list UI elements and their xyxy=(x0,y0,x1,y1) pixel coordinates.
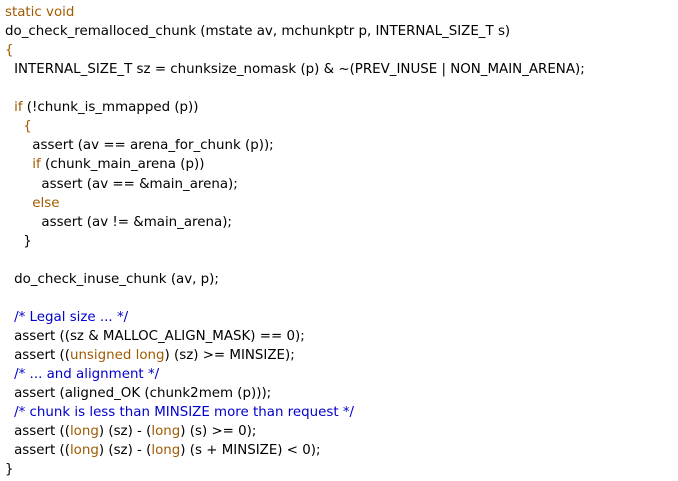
code-line: assert (av == &main_arena); xyxy=(41,175,237,194)
code-token: INTERNAL_SIZE_T sz = chunksize_nomask (p… xyxy=(14,62,585,78)
code-line: /* chunk is less than MINSIZE more than … xyxy=(14,403,354,422)
code-line: else xyxy=(32,194,59,213)
code-token: ) (s) >= 0); xyxy=(180,424,257,440)
code-line: assert ((unsigned long) (sz) >= MINSIZE)… xyxy=(14,346,295,365)
code-token: } xyxy=(5,462,14,478)
code-token: assert ((sz & MALLOC_ALIGN_MASK) == 0); xyxy=(14,329,305,345)
keyword-token: { xyxy=(5,43,14,59)
code-line: do_check_remalloced_chunk (mstate av, mc… xyxy=(5,22,510,41)
code-line: assert (av != &main_arena); xyxy=(41,213,232,232)
code-token: (chunk_main_arena (p)) xyxy=(40,157,205,173)
code-token: assert (av == arena_for_chunk (p)); xyxy=(32,138,274,154)
keyword-token: long xyxy=(151,424,181,440)
code-token: ) (s + MINSIZE) < 0); xyxy=(180,443,321,459)
code-line: } xyxy=(23,232,32,251)
keyword-token: long xyxy=(69,443,99,459)
code-token: } xyxy=(23,233,32,249)
keyword-token: long xyxy=(151,443,181,459)
code-line: { xyxy=(5,41,14,60)
code-line: if (!chunk_is_mmapped (p)) xyxy=(14,98,198,117)
code-token: assert (av == &main_arena); xyxy=(41,176,238,192)
code-token: ) (sz) - ( xyxy=(98,424,152,440)
keyword-token: static void xyxy=(5,5,75,20)
code-line: do_check_inuse_chunk (av, p); xyxy=(14,270,219,289)
comment-token: /* Legal size ... */ xyxy=(14,309,129,325)
code-token: ) (sz) - ( xyxy=(98,443,152,459)
code-line: assert (av == arena_for_chunk (p)); xyxy=(32,136,273,155)
code-token: (!chunk_is_mmapped (p)) xyxy=(22,100,199,116)
code-token: ) (sz) >= MINSIZE); xyxy=(164,348,295,364)
code-line: if (chunk_main_arena (p)) xyxy=(32,155,204,174)
code-token: do_check_remalloced_chunk (mstate av, mc… xyxy=(5,24,511,40)
keyword-token: { xyxy=(23,119,32,135)
keyword-token: if xyxy=(32,157,41,173)
code-line: /* ... and alignment */ xyxy=(14,365,159,384)
code-view: static void do_check_remalloced_chunk (ms… xyxy=(0,0,678,481)
keyword-token: if xyxy=(14,100,23,116)
code-line: assert (aligned_OK (chunk2mem (p))); xyxy=(14,384,271,403)
code-line: INTERNAL_SIZE_T sz = chunksize_nomask (p… xyxy=(14,60,585,79)
code-line: static void xyxy=(5,3,74,22)
code-line: } xyxy=(5,460,14,479)
keyword-token: unsigned long xyxy=(69,348,165,364)
comment-token: /* ... and alignment */ xyxy=(14,367,160,383)
keyword-token: long xyxy=(69,424,99,440)
code-line: /* Legal size ... */ xyxy=(14,308,128,327)
code-line: assert ((long) (sz) - (long) (s) >= 0); xyxy=(14,422,256,441)
comment-token: /* chunk is less than MINSIZE more than … xyxy=(14,405,355,421)
code-token: assert (( xyxy=(14,443,70,459)
code-line: { xyxy=(23,117,32,136)
code-line: assert ((sz & MALLOC_ALIGN_MASK) == 0); xyxy=(14,327,305,346)
code-token: assert (aligned_OK (chunk2mem (p))); xyxy=(14,386,272,402)
code-line: assert ((long) (sz) - (long) (s + MINSIZ… xyxy=(14,441,320,460)
keyword-token: else xyxy=(32,195,60,211)
code-token: assert (av != &main_arena); xyxy=(41,214,232,230)
code-token: assert (( xyxy=(14,424,70,440)
code-token: do_check_inuse_chunk (av, p); xyxy=(14,271,219,287)
code-token: assert (( xyxy=(14,348,70,364)
